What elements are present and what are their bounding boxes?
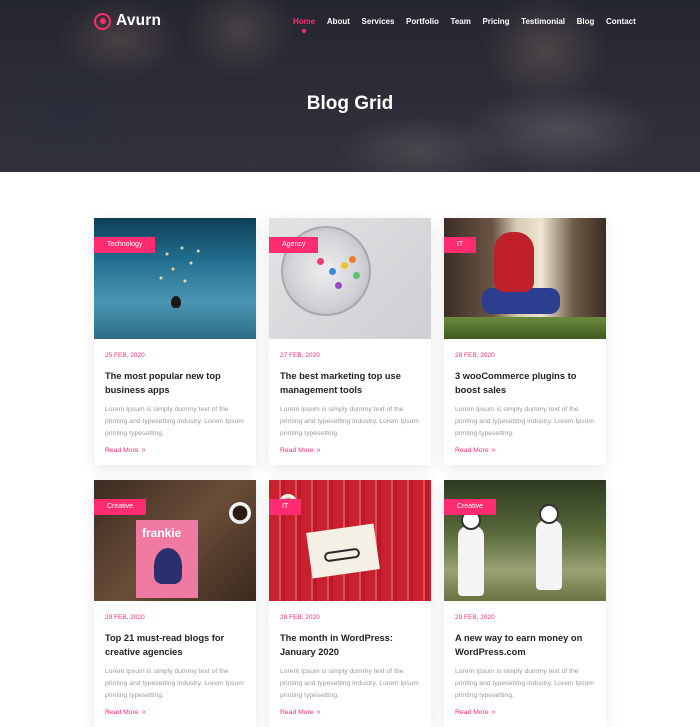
post-excerpt: Lorem Ipsum is simply dummy text of the … [105,406,244,437]
nav-item-portfolio[interactable]: Portfolio [406,17,439,26]
nav-item-blog[interactable]: Blog [577,17,595,26]
read-more-label: Read More [105,447,139,454]
read-more-label: Read More [280,447,314,454]
nav-item-team[interactable]: Team [451,17,471,26]
marker-cap-graphic [353,272,360,279]
category-tag[interactable]: Technology [94,237,156,253]
post-date: 25 FEB, 2020 [105,352,145,359]
magazine-title: frankie [142,526,182,540]
double-chevron-right-icon: » [491,447,496,454]
marker-cap-graphic [341,262,348,269]
figure-body-graphic [494,232,534,292]
post-title[interactable]: The best marketing top use management to… [280,370,420,397]
top-navigation: Avurn Home About Services Portfolio Team… [0,0,700,44]
hero-banner: Avurn Home About Services Portfolio Team… [0,0,700,172]
read-more-link[interactable]: Read More » [105,709,245,716]
read-more-link[interactable]: Read More » [280,709,420,716]
post-image[interactable]: frankie Creative [94,480,256,601]
post-date: 28 FEB, 2020 [280,614,320,621]
swimmer-graphic [171,296,181,308]
post-image[interactable]: IT [269,480,431,601]
nav-item-contact[interactable]: Contact [606,17,636,26]
post-excerpt: Lorem Ipsum is simply dummy text of the … [455,406,594,437]
read-more-label: Read More [105,709,139,716]
read-more-label: Read More [455,709,489,716]
category-tag[interactable]: IT [444,237,477,253]
blog-card: Creative 29 FEB, 2020 A new way to earn … [444,480,606,727]
toy-figure-graphic [458,526,484,596]
marker-cap-graphic [335,282,342,289]
marker-cap-graphic [349,256,356,263]
brand-logo[interactable]: Avurn [94,12,161,30]
blog-card: IT 28 FEB, 2020 The month in WordPress: … [269,480,431,727]
read-more-link[interactable]: Read More » [280,447,420,454]
sparkler-graphic [149,236,209,296]
post-title[interactable]: The month in WordPress: January 2020 [280,632,420,659]
post-image[interactable]: Agency [269,218,431,339]
post-date: 28 FEB, 2020 [455,352,495,359]
post-title[interactable]: The most popular new top business apps [105,370,245,397]
read-more-link[interactable]: Read More » [455,447,595,454]
toy-helmet-graphic [539,504,559,524]
category-tag[interactable]: Creative [94,499,147,515]
post-excerpt: Lorem Ipsum is simply dummy text of the … [280,406,419,437]
nav-item-pricing[interactable]: Pricing [482,17,509,26]
marker-cap-graphic [329,268,336,275]
nav-item-home[interactable]: Home [293,17,315,33]
post-image[interactable]: Creative [444,480,606,601]
read-more-label: Read More [455,447,489,454]
post-image[interactable]: IT [444,218,606,339]
main-menu: Home About Services Portfolio Team Prici… [293,17,647,33]
blog-card: frankie Creative 29 FEB, 2020 Top 21 mus… [94,480,256,727]
page-title: Blog Grid [306,93,394,114]
post-date: 29 FEB, 2020 [455,614,495,621]
circle-logo-icon [94,12,111,30]
magazine-graphic: frankie [136,520,198,598]
post-date: 27 FEB, 2020 [280,352,320,359]
read-more-label: Read More [280,709,314,716]
nav-item-services[interactable]: Services [362,17,395,26]
post-excerpt: Lorem Ipsum is simply dummy text of the … [280,668,419,699]
double-chevron-right-icon: » [316,709,321,716]
category-tag[interactable]: IT [269,499,302,515]
nav-item-about[interactable]: About [327,17,350,26]
double-chevron-right-icon: » [491,709,496,716]
post-title[interactable]: A new way to earn money on WordPress.com [455,632,595,659]
post-excerpt: Lorem Ipsum is simply dummy text of the … [455,668,594,699]
read-more-link[interactable]: Read More » [105,447,245,454]
category-tag[interactable]: Creative [444,499,497,515]
blog-card: Agency 27 FEB, 2020 The best marketing t… [269,218,431,465]
plant-graphic [154,548,182,584]
marker-cap-graphic [317,258,324,265]
read-more-link[interactable]: Read More » [455,709,595,716]
double-chevron-right-icon: » [141,447,146,454]
post-title[interactable]: Top 21 must-read blogs for creative agen… [105,632,245,659]
grass-graphic [444,317,606,339]
blog-card: IT 28 FEB, 2020 3 wooCommerce plugins to… [444,218,606,465]
post-title[interactable]: 3 wooCommerce plugins to boost sales [455,370,595,397]
post-image[interactable]: Technology [94,218,256,339]
coffee-cup-graphic [229,502,251,524]
blog-card: Technology 25 FEB, 2020 The most popular… [94,218,256,465]
category-tag[interactable]: Agency [269,237,319,253]
double-chevron-right-icon: » [316,447,321,454]
post-excerpt: Lorem Ipsum is simply dummy text of the … [105,668,244,699]
toy-figure-graphic [536,520,562,590]
double-chevron-right-icon: » [141,709,146,716]
post-date: 29 FEB, 2020 [105,614,145,621]
brand-name: Avurn [116,12,162,29]
nav-item-testimonial[interactable]: Testimonial [521,17,565,26]
